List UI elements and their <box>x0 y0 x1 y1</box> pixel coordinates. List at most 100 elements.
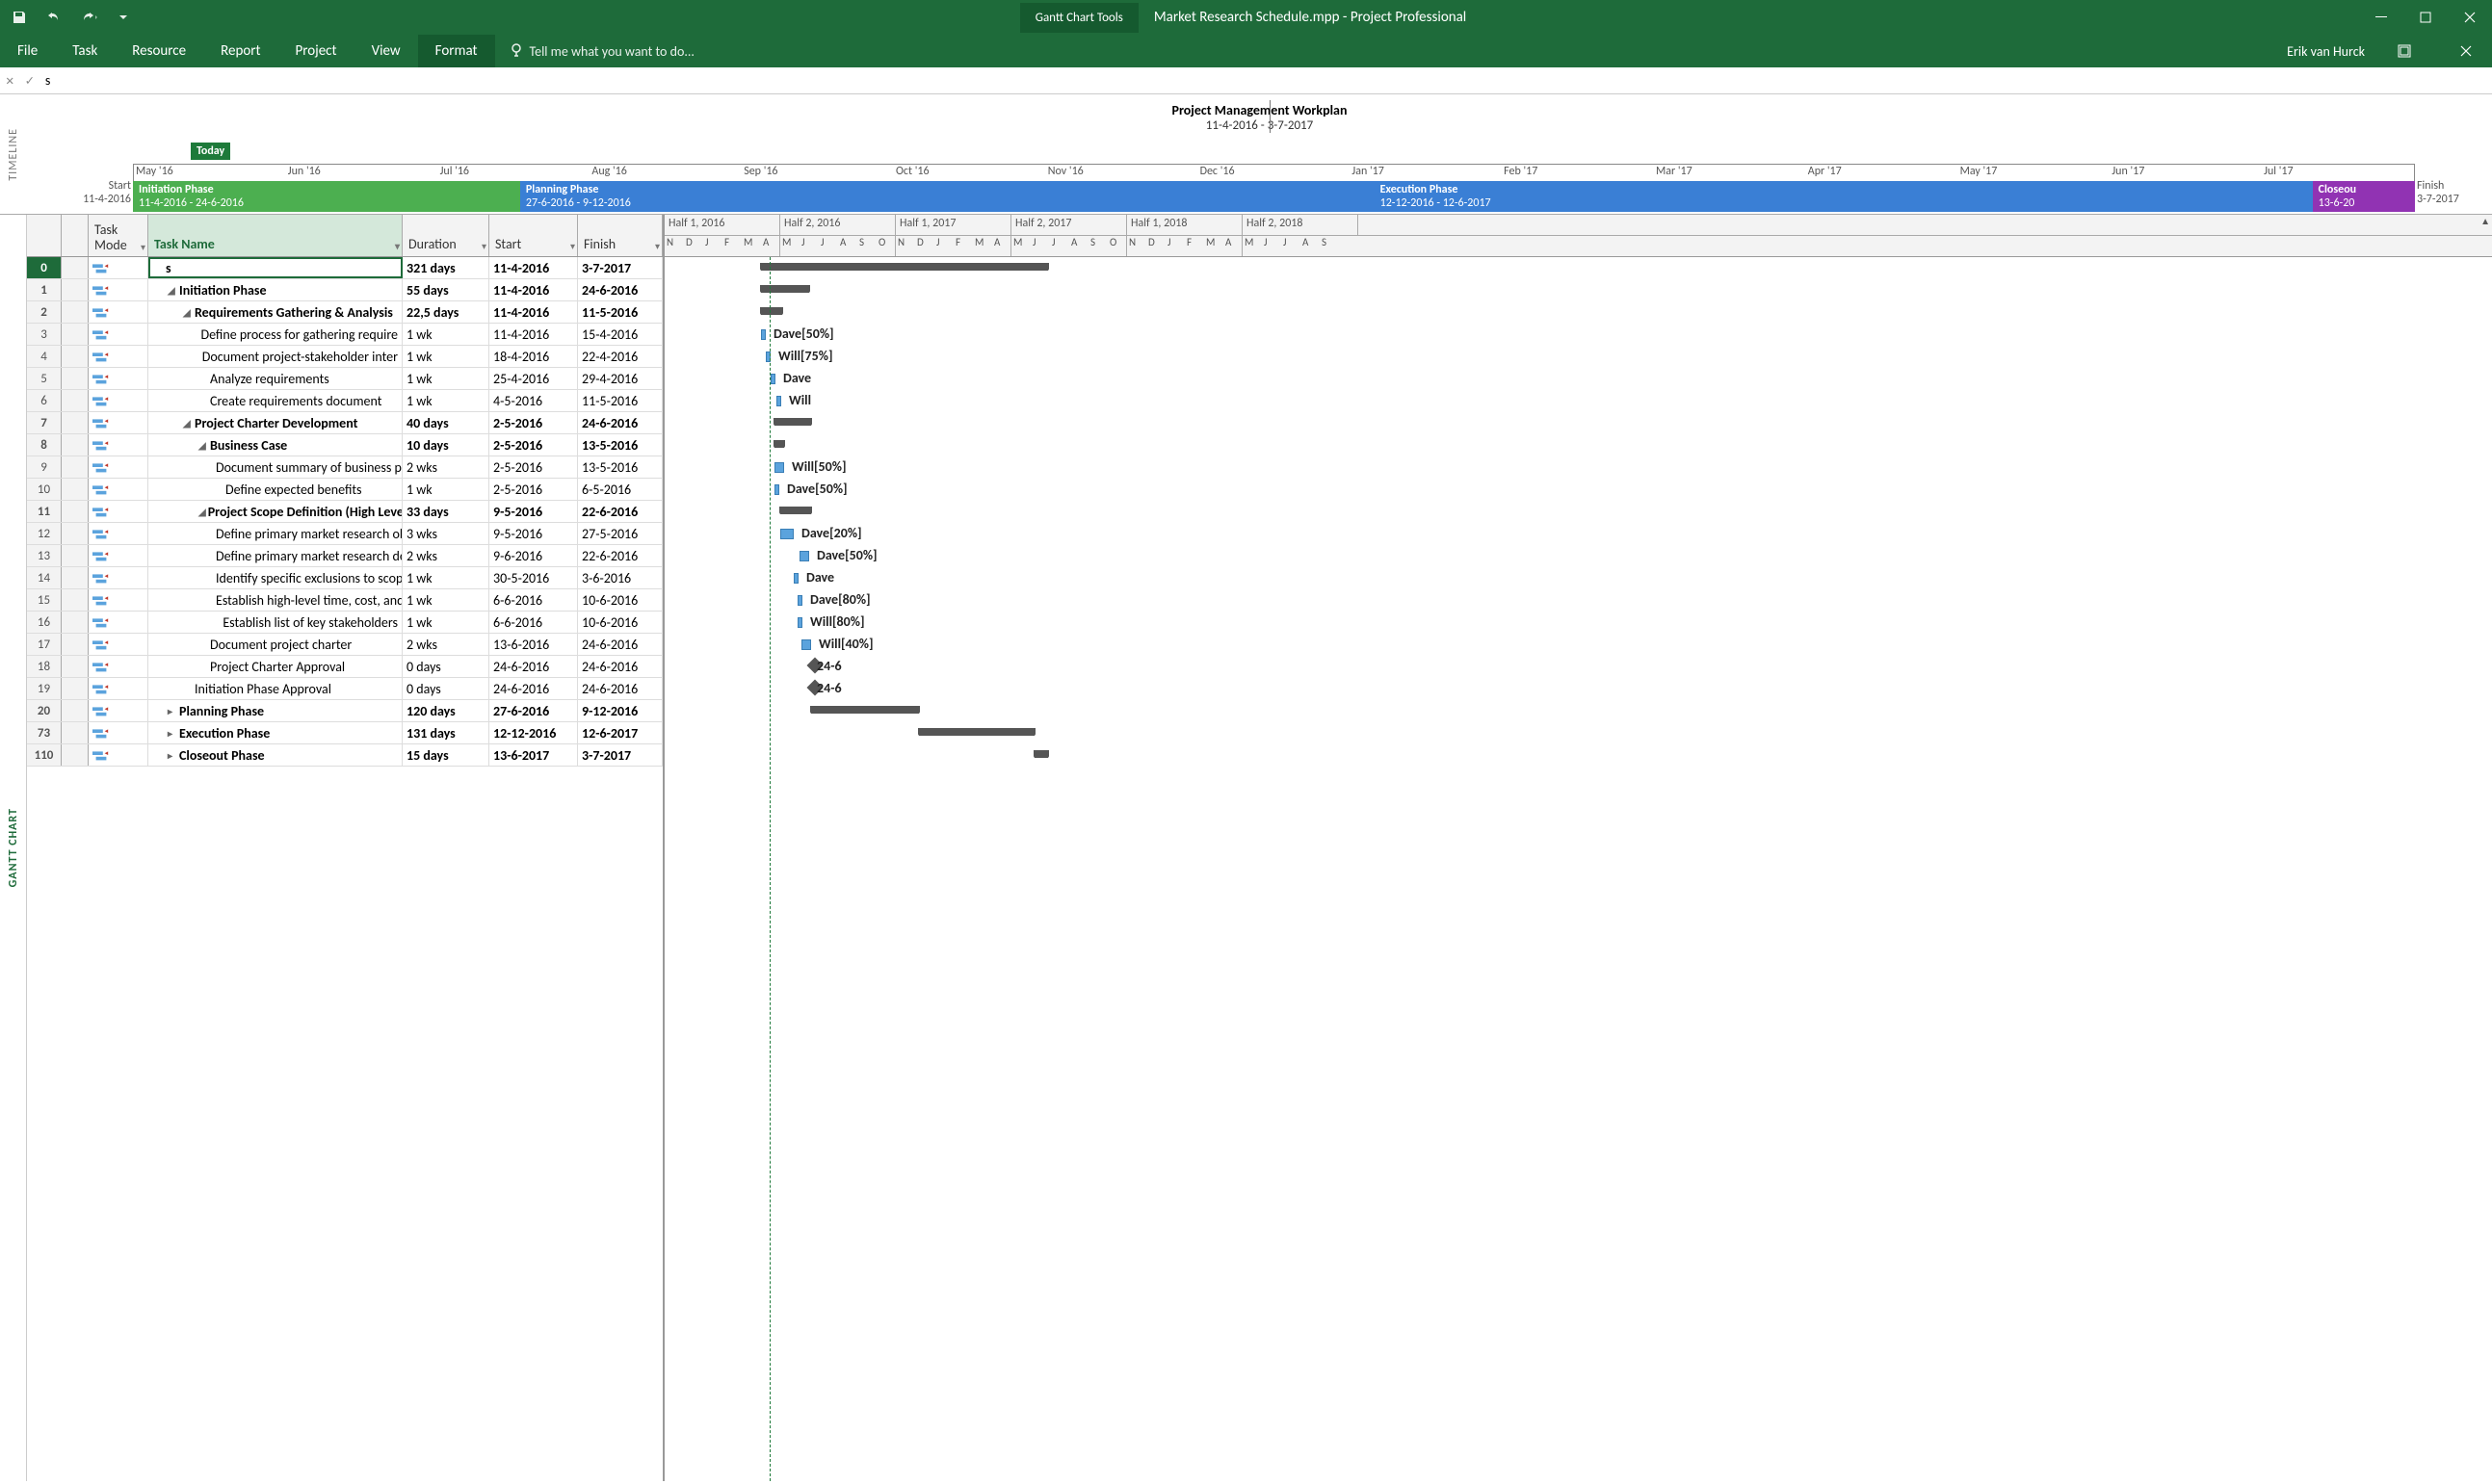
task-mode-icon[interactable] <box>89 479 148 500</box>
task-bar[interactable] <box>780 529 794 539</box>
task-bar[interactable] <box>794 573 799 584</box>
task-mode-icon[interactable] <box>89 744 148 766</box>
gantt-row[interactable] <box>665 722 2492 744</box>
summary-bar[interactable] <box>919 728 1035 736</box>
duration-cell[interactable]: 55 days <box>403 279 489 300</box>
finish-column[interactable]: Finish▾ <box>578 215 663 256</box>
row-id[interactable]: 13 <box>27 545 62 566</box>
timeline-phase-bar[interactable]: Closeou13-6-20 <box>2313 181 2415 212</box>
gantt-chart[interactable]: Half 1, 2016Half 2, 2016Half 1, 2017Half… <box>665 215 2492 1481</box>
duration-cell[interactable]: 321 days <box>403 257 489 278</box>
duration-cell[interactable]: 40 days <box>403 412 489 433</box>
task-name-cell[interactable]: Identify specific exclusions to scop <box>148 567 403 588</box>
task-name-cell[interactable]: Create requirements document <box>148 390 403 411</box>
minimize-button[interactable] <box>2359 0 2403 35</box>
start-cell[interactable]: 24-6-2016 <box>489 656 578 677</box>
task-name-cell[interactable]: Project Charter Approval <box>148 656 403 677</box>
expand-icon[interactable]: ▸ <box>168 705 177 717</box>
gantt-row[interactable] <box>665 501 2492 523</box>
summary-bar[interactable] <box>811 706 919 714</box>
finish-cell[interactable]: 24-6-2016 <box>578 279 663 300</box>
start-cell[interactable]: 27-6-2016 <box>489 700 578 721</box>
task-bar[interactable] <box>761 329 766 340</box>
row-id[interactable]: 2 <box>27 301 62 323</box>
tab-project[interactable]: Project <box>277 35 354 67</box>
dropdown-icon[interactable]: ▾ <box>482 240 486 252</box>
task-mode-icon[interactable] <box>89 634 148 655</box>
finish-cell[interactable]: 29-4-2016 <box>578 368 663 389</box>
row-id[interactable]: 4 <box>27 346 62 367</box>
gantt-row[interactable]: Dave <box>665 567 2492 589</box>
row-id[interactable]: 11 <box>27 501 62 522</box>
finish-cell[interactable]: 10-6-2016 <box>578 589 663 611</box>
expand-icon[interactable]: ◢ <box>183 306 193 319</box>
finish-cell[interactable]: 3-7-2017 <box>578 744 663 766</box>
duration-cell[interactable]: 1 wk <box>403 346 489 367</box>
table-row[interactable]: 3Define process for gathering require1 w… <box>27 324 663 346</box>
expand-icon[interactable]: ◢ <box>198 506 206 518</box>
task-mode-icon[interactable] <box>89 678 148 699</box>
summary-bar[interactable] <box>761 285 809 293</box>
tab-file[interactable]: File <box>0 35 55 67</box>
duration-cell[interactable]: 0 days <box>403 656 489 677</box>
row-id[interactable]: 17 <box>27 634 62 655</box>
table-row[interactable]: 4Document project-stakeholder inter1 wk1… <box>27 346 663 368</box>
start-cell[interactable]: 6-6-2016 <box>489 612 578 633</box>
table-row[interactable]: 7◢Project Charter Development40 days2-5-… <box>27 412 663 434</box>
task-name-cell[interactable]: Establish high-level time, cost, and r <box>148 589 403 611</box>
row-header-column[interactable] <box>27 215 62 256</box>
duration-cell[interactable]: 1 wk <box>403 390 489 411</box>
start-cell[interactable]: 24-6-2016 <box>489 678 578 699</box>
duration-cell[interactable]: 2 wks <box>403 545 489 566</box>
finish-cell[interactable]: 24-6-2016 <box>578 412 663 433</box>
start-cell[interactable]: 2-5-2016 <box>489 456 578 478</box>
scroll-up-icon[interactable]: ▲ <box>2480 215 2490 227</box>
expand-icon[interactable]: ◢ <box>198 439 208 452</box>
row-id[interactable]: 18 <box>27 656 62 677</box>
duration-cell[interactable]: 33 days <box>403 501 489 522</box>
finish-cell[interactable]: 11-5-2016 <box>578 301 663 323</box>
table-row[interactable]: 16Establish list of key stakeholders1 wk… <box>27 612 663 634</box>
task-mode-icon[interactable] <box>89 412 148 433</box>
finish-cell[interactable]: 13-5-2016 <box>578 434 663 456</box>
task-mode-icon[interactable] <box>89 523 148 544</box>
start-cell[interactable]: 13-6-2016 <box>489 634 578 655</box>
dropdown-icon[interactable]: ▾ <box>570 240 575 252</box>
close-window-button[interactable] <box>2444 35 2488 67</box>
duration-cell[interactable]: 120 days <box>403 700 489 721</box>
task-mode-icon[interactable] <box>89 368 148 389</box>
start-cell[interactable]: 11-4-2016 <box>489 301 578 323</box>
gantt-row[interactable]: 24-6 <box>665 678 2492 700</box>
row-id[interactable]: 16 <box>27 612 62 633</box>
task-mode-icon[interactable] <box>89 656 148 677</box>
gantt-row[interactable] <box>665 412 2492 434</box>
finish-cell[interactable]: 9-12-2016 <box>578 700 663 721</box>
redo-dropdown[interactable] <box>77 6 100 29</box>
task-name-cell[interactable]: ◢Project Scope Definition (High Leve <box>148 501 403 522</box>
task-name-cell[interactable]: ◢Business Case <box>148 434 403 456</box>
task-mode-icon[interactable] <box>89 700 148 721</box>
start-cell[interactable]: 13-6-2017 <box>489 744 578 766</box>
table-row[interactable]: 6Create requirements document1 wk4-5-201… <box>27 390 663 412</box>
dropdown-icon[interactable]: ▾ <box>141 242 145 252</box>
duration-cell[interactable]: 1 wk <box>403 479 489 500</box>
cancel-entry-button[interactable]: ✕ <box>0 73 19 89</box>
task-mode-icon[interactable] <box>89 390 148 411</box>
table-row[interactable]: 20▸Planning Phase120 days27-6-20169-12-2… <box>27 700 663 722</box>
undo-button[interactable] <box>42 6 66 29</box>
task-name-cell[interactable]: Document summary of business pr <box>148 456 403 478</box>
row-id[interactable]: 0 <box>27 257 62 278</box>
tab-resource[interactable]: Resource <box>115 35 203 67</box>
task-name-cell[interactable]: Define expected benefits <box>148 479 403 500</box>
table-row[interactable]: 1◢Initiation Phase55 days11-4-201624-6-2… <box>27 279 663 301</box>
start-cell[interactable]: 2-5-2016 <box>489 412 578 433</box>
start-cell[interactable]: 9-6-2016 <box>489 545 578 566</box>
timeline-phase-bar[interactable]: Initiation Phase11-4-2016 - 24-6-2016 <box>133 181 520 212</box>
gantt-row[interactable]: Will[50%] <box>665 456 2492 479</box>
summary-bar[interactable] <box>761 263 1048 271</box>
task-name-cell[interactable]: Define process for gathering require <box>148 324 403 345</box>
duration-cell[interactable]: 0 days <box>403 678 489 699</box>
start-cell[interactable]: 2-5-2016 <box>489 434 578 456</box>
table-row[interactable]: 8◢Business Case10 days2-5-201613-5-2016 <box>27 434 663 456</box>
gantt-row[interactable]: Dave[50%] <box>665 324 2492 346</box>
